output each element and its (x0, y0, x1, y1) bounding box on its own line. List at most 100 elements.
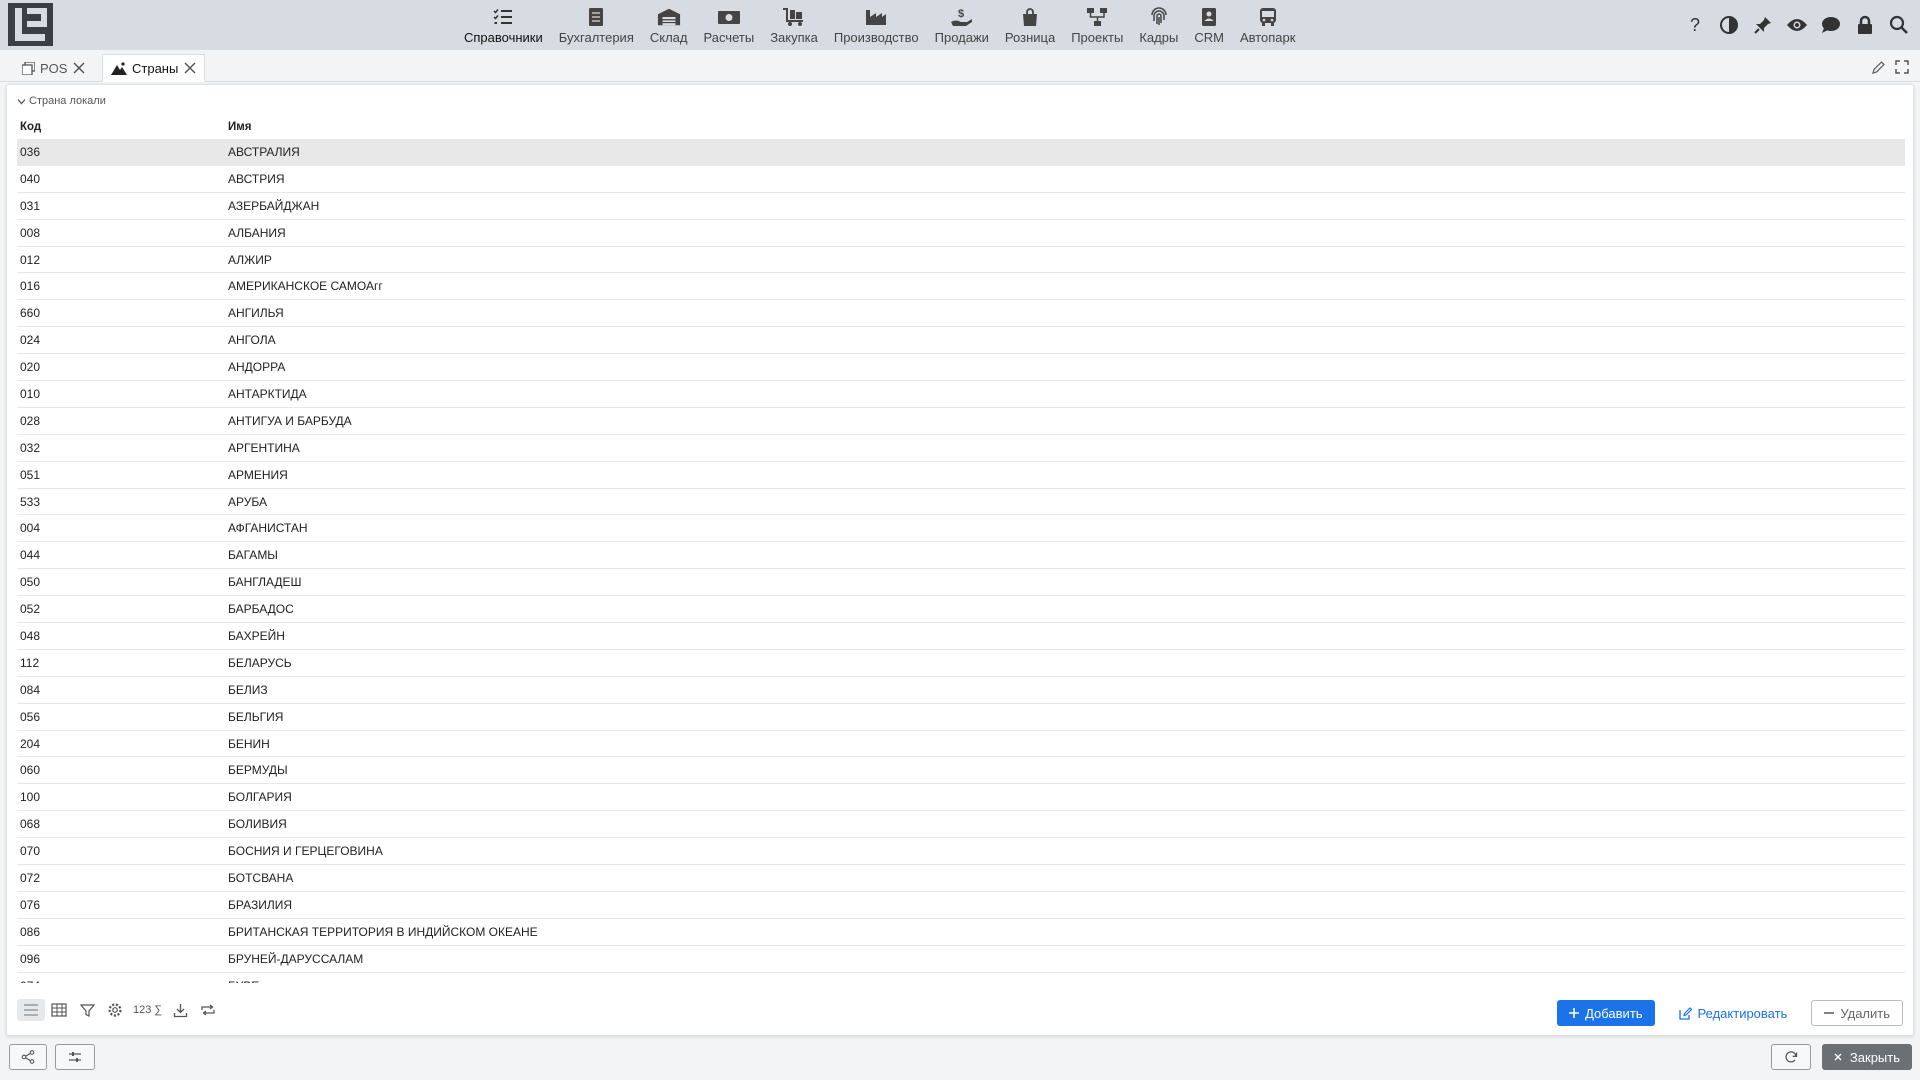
table-row[interactable]: 072 БОТСВАНА (17, 865, 1905, 892)
list-view-icon[interactable] (17, 999, 45, 1021)
lock-icon[interactable] (1848, 8, 1882, 42)
table-row[interactable]: 008 АЛБАНИЯ (17, 220, 1905, 247)
table-row[interactable]: 012 АЛЖИР (17, 247, 1905, 274)
table-row[interactable]: 048 БАХРЕЙН (17, 623, 1905, 650)
nav-item-9[interactable]: Проекты (1063, 0, 1131, 50)
table-row[interactable]: 028 АНТИГУА И БАРБУДА (17, 408, 1905, 435)
table-view-icon[interactable] (45, 999, 73, 1021)
nav-item-10[interactable]: Кадры (1131, 0, 1186, 50)
table-row[interactable]: 040 АВСТРИЯ (17, 166, 1905, 193)
cell-code: 036 (20, 144, 41, 159)
table-row[interactable]: 112 БЕЛАРУСЬ (17, 650, 1905, 677)
cell-code: 020 (20, 360, 41, 375)
close-icon[interactable] (73, 62, 85, 74)
chat-icon[interactable] (1814, 8, 1848, 42)
group-header[interactable]: Страна локали (17, 95, 106, 107)
share-icon[interactable] (9, 1044, 47, 1070)
table-row[interactable]: 020 АНДОРРА (17, 354, 1905, 382)
cell-name: БАРБАДОС (228, 602, 294, 617)
cell-code: 660 (20, 306, 41, 321)
cell-code: 086 (20, 924, 41, 939)
table-row[interactable]: 084 БЕЛИЗ (17, 677, 1905, 704)
sliders-icon[interactable] (55, 1044, 95, 1070)
nav-item-6[interactable]: Производство (826, 0, 927, 50)
table-row[interactable]: 086 БРИТАНСКАЯ ТЕРРИТОРИЯ В ИНДИЙСКОМ ОКЕ… (17, 919, 1905, 946)
table-row[interactable]: 031 АЗЕРБАЙДЖАН (17, 193, 1905, 220)
cell-code: 040 (20, 171, 41, 186)
cell-name: БЕЛАРУСЬ (228, 655, 292, 670)
eye-icon[interactable] (1780, 8, 1814, 42)
nav-item-12[interactable]: Автопарк (1232, 0, 1304, 50)
table-row[interactable]: 051 АРМЕНИЯ (17, 462, 1905, 489)
settings-gear-icon[interactable] (101, 999, 129, 1021)
cell-code: 010 (20, 386, 41, 401)
cell-name: БУВЕ (228, 979, 1905, 983)
cell-code: 060 (20, 763, 41, 778)
cell-code: 076 (20, 897, 41, 912)
refresh-cycle-icon[interactable] (194, 999, 222, 1021)
countries-table: Код Имя 036 АВСТРАЛИЯ 040 АВСТРИЯ 031 АЗЕРБАЙ… (17, 115, 1905, 983)
table-row[interactable]: 060 БЕРМУДЫ (17, 757, 1905, 785)
close-button[interactable]: Закрыть (1821, 1044, 1912, 1070)
download-icon[interactable] (166, 999, 194, 1021)
theme-contrast-icon[interactable] (1712, 8, 1746, 42)
table-row[interactable]: 660 АНГИЛЬЯ (17, 300, 1905, 328)
delete-button[interactable]: Удалить (1811, 1000, 1903, 1026)
nav-item-label: Продажи (934, 29, 989, 45)
table-row[interactable]: 024 АНГОЛА (17, 327, 1905, 355)
sum-toggle[interactable]: 123 ∑ (129, 1004, 166, 1016)
cell-name: АЗЕРБАЙДЖАН (228, 198, 320, 213)
cell-name: БЕЛЬГИЯ (228, 709, 284, 724)
table-row[interactable]: 076 БРАЗИЛИЯ (17, 892, 1905, 919)
nav-item-1[interactable]: Справочники (456, 0, 551, 50)
nav-item-8[interactable]: Розница (997, 0, 1063, 50)
table-row[interactable]: 070 БОСНИЯ И ГЕРЦЕГОВИНА (17, 838, 1905, 866)
cell-name: АНГОЛА (228, 333, 276, 348)
column-header-code[interactable]: Код (17, 121, 228, 133)
nav-item-11[interactable]: CRM (1186, 0, 1232, 50)
table-row[interactable]: 100 БОЛГАРИЯ (17, 784, 1905, 812)
cell-name: АНТАРКТИДА (228, 386, 307, 401)
table-row[interactable]: 204 БЕНИН (17, 731, 1905, 758)
nav-item-5[interactable]: Закупка (762, 0, 826, 50)
table-row[interactable]: 010 АНТАРКТИДА (17, 381, 1905, 408)
cell-name: БОЛИВИЯ (228, 817, 287, 832)
table-row[interactable]: 052 БАРБАДОС (17, 596, 1905, 624)
tab-pos[interactable]: POS (14, 54, 93, 82)
app-logo[interactable] (8, 3, 53, 46)
table-row[interactable]: 016 АМЕРИКАНСКОЕ САМОАгг (17, 273, 1905, 301)
table-row[interactable]: 068 БОЛИВИЯ (17, 811, 1905, 839)
plus-icon (1569, 1008, 1580, 1018)
cell-code: 204 (20, 736, 41, 751)
edit-button[interactable]: Редактировать (1667, 1000, 1800, 1026)
filter-icon[interactable] (73, 999, 101, 1021)
nav-item-4[interactable]: Расчеты (695, 0, 762, 50)
table-row[interactable]: 032 АРГЕНТИНА (17, 435, 1905, 462)
search-icon[interactable] (1882, 8, 1916, 42)
fullscreen-icon[interactable] (1890, 56, 1914, 78)
table-row[interactable]: 056 БЕЛЬГИЯ (17, 704, 1905, 731)
column-header-name[interactable]: Имя (228, 121, 1905, 133)
cell-name: АЛБАНИЯ (228, 225, 286, 240)
nav-item-label: Кадры (1139, 29, 1179, 45)
reload-icon[interactable] (1771, 1044, 1811, 1070)
cell-code: 032 (20, 440, 41, 455)
pin-icon[interactable] (1746, 8, 1780, 42)
nav-item-3[interactable]: Склад (642, 0, 696, 50)
table-row[interactable]: 074БУВЕ (17, 973, 1905, 983)
tab-countries[interactable]: Страны (102, 54, 206, 82)
table-row[interactable]: 044 БАГАМЫ (17, 542, 1905, 570)
nav-item-2[interactable]: Бухгалтерия (551, 0, 642, 50)
table-row[interactable]: 036 АВСТРАЛИЯ (17, 139, 1905, 166)
table-row[interactable]: 004 АФГАНИСТАН (17, 515, 1905, 543)
edit-pencil-icon[interactable] (1866, 56, 1890, 78)
table-row[interactable]: 533 АРУБА (17, 489, 1905, 516)
table-row[interactable]: 096 БРУНЕЙ-ДАРУССАЛАМ (17, 946, 1905, 973)
add-button[interactable]: Добавить (1557, 1000, 1655, 1026)
table-row[interactable]: 050 БАНГЛАДЕШ (17, 569, 1905, 597)
close-button-label: Закрыть (1849, 1049, 1900, 1065)
close-icon[interactable] (184, 62, 196, 74)
help-icon[interactable]: ? (1678, 8, 1712, 42)
chevron-down-icon (17, 97, 26, 106)
nav-item-7[interactable]: $ Продажи (927, 0, 997, 50)
